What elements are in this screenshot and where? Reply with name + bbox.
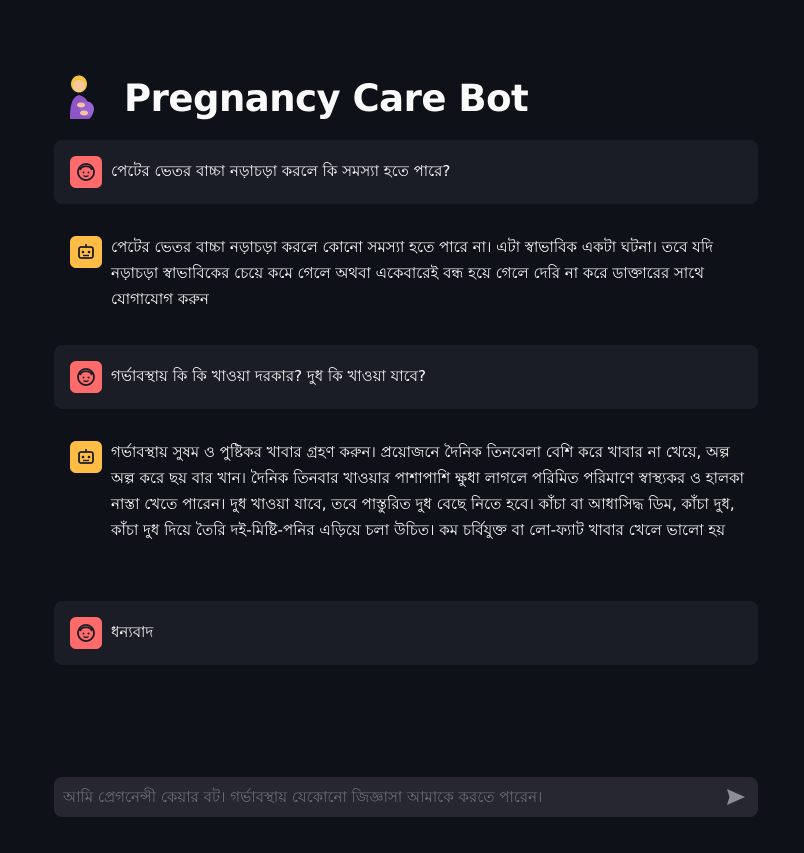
assistant-message: পেটের ভেতর বাচ্চা নড়াচড়া করলে কোনো সমস… — [54, 220, 758, 326]
user-avatar — [70, 156, 102, 188]
assistant-message: গর্ভাবস্থায় সুষম ও পুষ্টিকর খাবার গ্রহণ… — [54, 425, 758, 585]
user-message: গর্ভাবস্থায় কি কি খাওয়া দরকার? দুধ কি … — [54, 345, 758, 409]
user-message: পেটের ভেতর বাচ্চা নড়াচড়া করলে কি সমস্য… — [54, 140, 758, 204]
send-button[interactable] — [722, 783, 750, 811]
robot-face-icon — [78, 449, 94, 464]
assistant-avatar — [70, 441, 102, 473]
message-text: পেটের ভেতর বাচ্চা নড়াচড়া করলে কি সমস্য… — [111, 162, 451, 180]
assistant-avatar — [70, 236, 102, 268]
user-avatar — [70, 361, 102, 393]
robot-face-icon — [78, 244, 94, 259]
pregnant-person-emoji-icon — [70, 75, 94, 119]
user-face-icon — [77, 163, 95, 181]
user-face-icon — [77, 624, 95, 642]
message-text: গর্ভাবস্থায় সুষম ও পুষ্টিকর খাবার গ্রহণ… — [111, 443, 745, 539]
message-text: ধন্যবাদ — [111, 623, 154, 641]
message-text: গর্ভাবস্থায় কি কি খাওয়া দরকার? দুধ কি … — [111, 367, 426, 385]
page-title: Pregnancy Care Bot — [124, 76, 529, 120]
send-arrow-icon — [727, 789, 745, 805]
chat-input-container — [54, 777, 758, 817]
chat-page: Pregnancy Care Bot পেটের ভেতর বাচ্চা নড়… — [0, 0, 804, 853]
message-text: পেটের ভেতর বাচ্চা নড়াচড়া করলে কোনো সমস… — [111, 238, 713, 308]
page-header: Pregnancy Care Bot — [64, 70, 529, 126]
chat-input[interactable] — [54, 777, 714, 817]
user-avatar — [70, 617, 102, 649]
user-message: ধন্যবাদ — [54, 601, 758, 665]
user-face-icon — [77, 368, 95, 386]
